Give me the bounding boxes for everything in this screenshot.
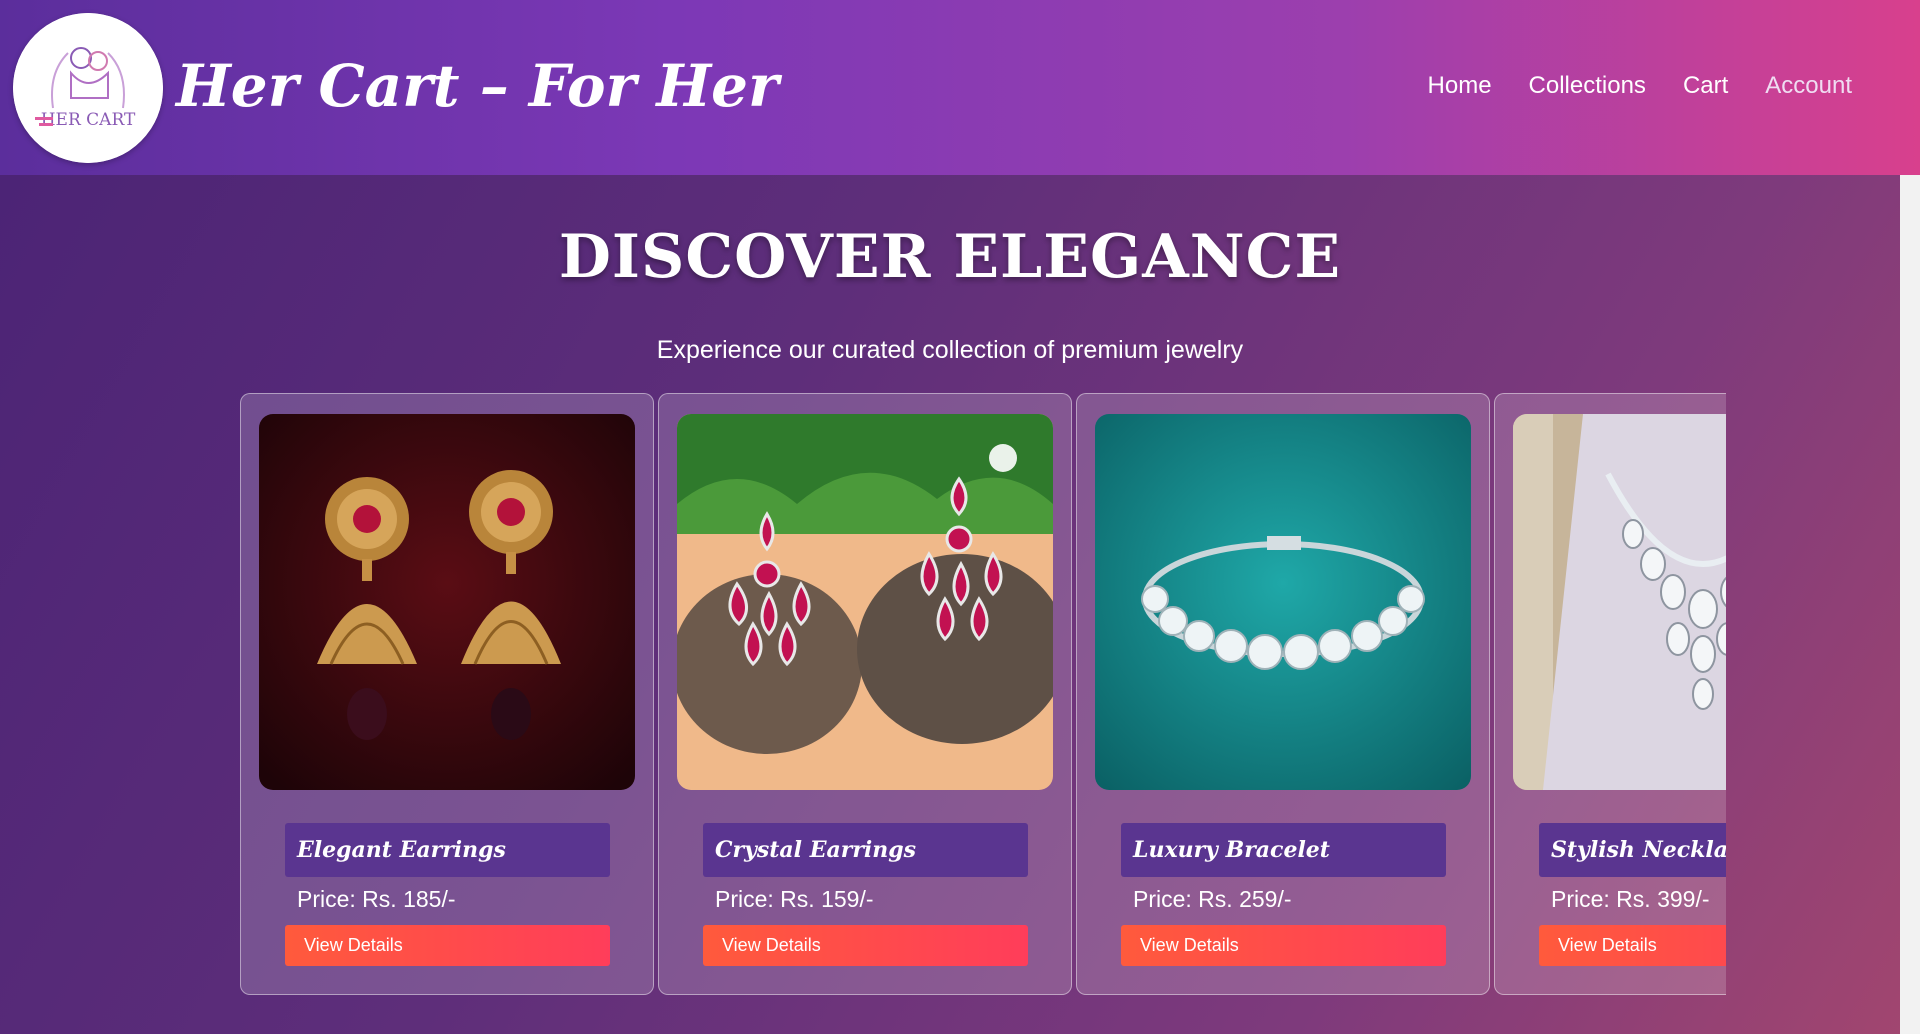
product-price: Price: Rs. 185/- [297, 886, 456, 912]
product-image-necklace[interactable] [1513, 414, 1726, 790]
product-image-earrings[interactable] [259, 414, 635, 790]
product-carousel: Elegant Earrings Price: Rs. 185/- View D… [240, 393, 1726, 995]
nav-account[interactable]: Account [1765, 72, 1852, 100]
gold-earrings-image [259, 414, 635, 790]
site-title: Her Cart – For Her [176, 52, 779, 120]
product-price: Price: Rs. 259/- [1133, 886, 1292, 912]
product-name: Crystal Earrings [703, 823, 1028, 877]
product-name: Stylish Necklace [1539, 823, 1726, 877]
hero-subtitle: Experience our curated collection of pre… [656, 336, 1244, 364]
product-price: Price: Rs. 399/- [1551, 886, 1710, 912]
product-card: Elegant Earrings Price: Rs. 185/- View D… [240, 393, 654, 995]
nav-cart[interactable]: Cart [1683, 72, 1728, 100]
her-cart-logo-icon: HER CART [13, 13, 163, 163]
product-image-bracelet[interactable] [1095, 414, 1471, 790]
hero-title: DISCOVER ELEGANCE [558, 222, 1342, 292]
product-track: Elegant Earrings Price: Rs. 185/- View D… [240, 393, 1726, 995]
product-card: Luxury Bracelet Price: Rs. 259/- View De… [1076, 393, 1490, 995]
page-scrollbar[interactable] [1900, 175, 1920, 1034]
product-name: Elegant Earrings [285, 823, 610, 877]
product-price: Price: Rs. 159/- [715, 886, 874, 912]
ruby-earrings-image [677, 414, 1053, 790]
product-image-crystal-earrings[interactable] [677, 414, 1053, 790]
main-nav: Home Collections Cart Account [1428, 72, 1852, 100]
view-details-button[interactable]: View Details [703, 925, 1028, 966]
site-logo[interactable]: HER CART [13, 13, 163, 163]
svg-text:HER CART: HER CART [41, 110, 136, 130]
view-details-button[interactable]: View Details [1121, 925, 1446, 966]
nav-home[interactable]: Home [1428, 72, 1492, 100]
product-name: Luxury Bracelet [1121, 823, 1446, 877]
nav-collections[interactable]: Collections [1529, 72, 1646, 100]
site-header: HER CART Her Cart – For Her Home Collect… [0, 0, 1920, 175]
product-card: Crystal Earrings Price: Rs. 159/- View D… [658, 393, 1072, 995]
bracelet-image [1095, 414, 1471, 790]
necklace-image [1513, 414, 1726, 790]
view-details-button[interactable]: View Details [285, 925, 610, 966]
view-details-button[interactable]: View Details [1539, 925, 1726, 966]
product-card: Stylish Necklace Price: Rs. 399/- View D… [1494, 393, 1726, 995]
